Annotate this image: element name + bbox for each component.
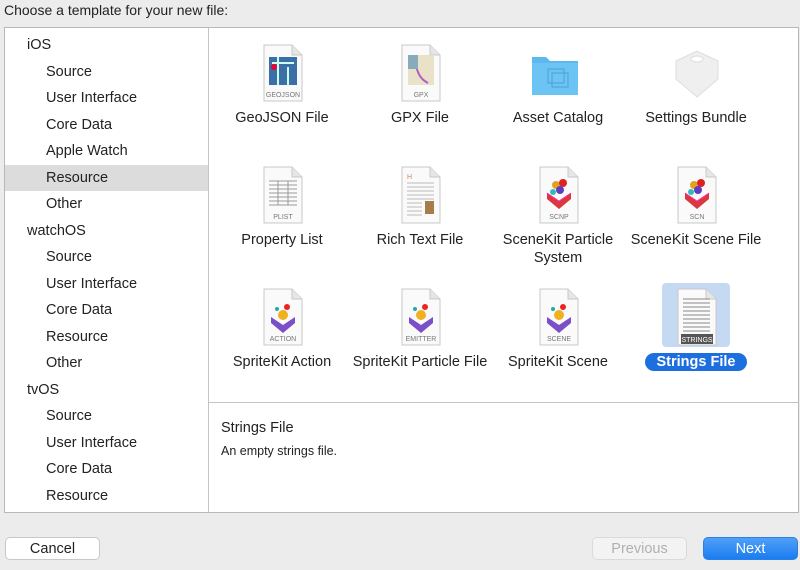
- spritekit-particle-icon: EMITTER: [386, 283, 454, 347]
- sidebar-item[interactable]: Core Data: [5, 112, 208, 139]
- plist-file-icon: PLIST: [248, 161, 316, 225]
- sidebar-group[interactable]: tvOS: [5, 377, 208, 404]
- template-label: Asset Catalog: [489, 109, 627, 127]
- scenekit-particle-icon: SCNP: [524, 161, 592, 225]
- template-item[interactable]: SCN SceneKit Scene File: [627, 153, 765, 275]
- template-label: Property List: [213, 231, 351, 249]
- svg-text:PLIST: PLIST: [273, 214, 293, 221]
- template-label-text: Settings Bundle: [645, 110, 747, 126]
- template-label: Strings File: [627, 353, 765, 371]
- template-item[interactable]: ACTION SpriteKit Action: [213, 275, 351, 397]
- template-label-text: SpriteKit Action: [232, 354, 332, 370]
- template-item[interactable]: SCNP SceneKit Particle System: [489, 153, 627, 275]
- sidebar-item[interactable]: User Interface: [5, 430, 208, 457]
- strings-file-icon: STRINGS: [662, 283, 730, 347]
- folder-icon: [524, 39, 592, 103]
- next-button[interactable]: Next: [703, 537, 798, 560]
- template-label: GPX File: [351, 109, 489, 127]
- template-chooser: iOS Source User Interface Core Data Apple Wa…: [4, 27, 799, 513]
- detail-title: Strings File: [221, 420, 294, 436]
- template-item[interactable]: Settings Bundle: [627, 31, 765, 153]
- sidebar-item[interactable]: Core Data: [5, 297, 208, 324]
- template-label: Rich Text File: [351, 231, 489, 249]
- template-label: SpriteKit Scene: [489, 353, 627, 371]
- cancel-button[interactable]: Cancel: [5, 537, 100, 560]
- template-item[interactable]: STRINGS Strings File: [627, 275, 765, 397]
- sidebar-item[interactable]: Core Data: [5, 456, 208, 483]
- template-item[interactable]: EMITTER SpriteKit Particle File: [351, 275, 489, 397]
- template-item[interactable]: SCENE SpriteKit Scene: [489, 275, 627, 397]
- template-item[interactable]: H Rich Text File: [351, 153, 489, 275]
- platform-sidebar[interactable]: iOS Source User Interface Core Data Apple Wa…: [5, 28, 209, 512]
- gpx-file-icon: GPX: [386, 39, 454, 103]
- previous-button[interactable]: Previous: [592, 537, 687, 560]
- detail-description: An empty strings file.: [221, 444, 338, 458]
- svg-text:ACTION: ACTION: [270, 336, 296, 343]
- sidebar-item[interactable]: Source: [5, 244, 208, 271]
- template-label-text: Strings File: [644, 353, 748, 371]
- spritekit-action-icon: ACTION: [248, 283, 316, 347]
- template-item[interactable]: GEOJSON GeoJSON File: [213, 31, 351, 153]
- template-label: SceneKit Scene File: [627, 231, 765, 249]
- sidebar-item[interactable]: User Interface: [5, 85, 208, 112]
- sidebar-item[interactable]: Source: [5, 403, 208, 430]
- dialog-title: Choose a template for your new file:: [4, 2, 229, 18]
- template-detail: Strings File An empty strings file.: [209, 404, 798, 512]
- geojson-file-icon: GEOJSON: [248, 39, 316, 103]
- sidebar-item[interactable]: User Interface: [5, 271, 208, 298]
- svg-text:SCENE: SCENE: [547, 336, 571, 343]
- sidebar-item[interactable]: Resource: [5, 483, 208, 510]
- template-grid: GEOJSON GeoJSON File GPX GPX File Asset Cata…: [209, 28, 798, 403]
- sidebar-item[interactable]: Apple Watch: [5, 138, 208, 165]
- sidebar-group[interactable]: iOS: [5, 32, 208, 59]
- scenekit-scene-icon: SCN: [662, 161, 730, 225]
- template-label-text: Property List: [241, 232, 323, 248]
- template-label: SpriteKit Particle File: [351, 353, 489, 371]
- template-item[interactable]: Asset Catalog: [489, 31, 627, 153]
- template-label-text: SpriteKit Particle File: [352, 354, 488, 370]
- template-label-text: GPX File: [390, 110, 449, 126]
- template-label: SceneKit Particle System: [489, 231, 627, 267]
- template-label-text: SceneKit Scene File: [630, 232, 762, 248]
- spritekit-scene-icon: SCENE: [524, 283, 592, 347]
- template-label-text: Rich Text File: [376, 232, 464, 248]
- sidebar-item[interactable]: Resource: [5, 164, 208, 191]
- template-label-text: SceneKit Particle System: [502, 232, 614, 266]
- template-label: SpriteKit Action: [213, 353, 351, 371]
- settings-bundle-icon: [662, 39, 730, 103]
- sidebar-item[interactable]: Other: [5, 191, 208, 218]
- template-label-text: SpriteKit Scene: [508, 354, 608, 370]
- template-label: GeoJSON File: [213, 109, 351, 127]
- sidebar-item[interactable]: Other: [5, 350, 208, 377]
- template-label-text: GeoJSON File: [235, 110, 329, 126]
- template-label: Settings Bundle: [627, 109, 765, 127]
- sidebar-group[interactable]: watchOS: [5, 218, 208, 245]
- svg-text:GPX: GPX: [414, 92, 429, 99]
- svg-text:SCN: SCN: [690, 214, 705, 221]
- sidebar-item[interactable]: Resource: [5, 324, 208, 351]
- svg-text:SCNP: SCNP: [549, 214, 569, 221]
- svg-text:GEOJSON: GEOJSON: [266, 92, 300, 99]
- template-item[interactable]: PLIST Property List: [213, 153, 351, 275]
- sidebar-item[interactable]: Source: [5, 59, 208, 86]
- rich-text-file-icon: H: [386, 161, 454, 225]
- svg-text:H: H: [407, 174, 412, 181]
- svg-text:EMITTER: EMITTER: [406, 336, 437, 343]
- template-label-text: Asset Catalog: [512, 110, 604, 126]
- svg-text:STRINGS: STRINGS: [681, 337, 712, 344]
- template-item[interactable]: GPX GPX File: [351, 31, 489, 153]
